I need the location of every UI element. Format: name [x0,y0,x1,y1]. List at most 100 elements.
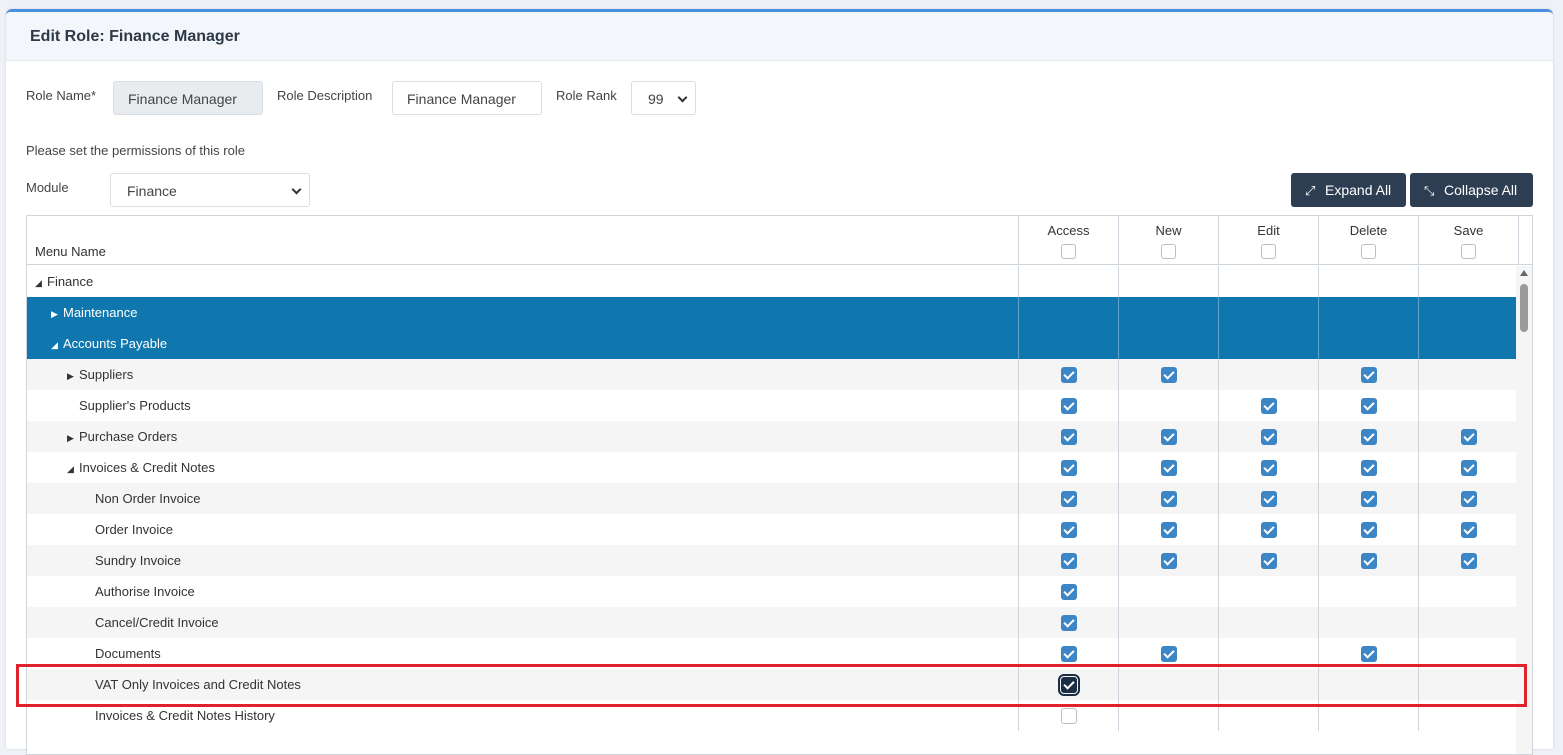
table-row[interactable]: VAT Only Invoices and Credit Notes [27,669,1518,700]
table-row[interactable]: Documents [27,638,1518,669]
access-checkbox[interactable] [1061,460,1077,476]
table-row[interactable]: ◢ Accounts Payable [27,328,1518,359]
role-description-field[interactable]: Finance Manager [392,81,542,115]
permission-cell-access [1018,390,1118,421]
save-checkbox[interactable] [1461,429,1477,445]
vertical-scrollbar[interactable] [1516,266,1532,754]
permission-cell-delete [1318,483,1418,514]
delete-checkbox[interactable] [1361,522,1377,538]
permission-cell-delete [1318,421,1418,452]
edit-checkbox[interactable] [1261,522,1277,538]
table-row[interactable]: Invoices & Credit Notes History [27,700,1518,731]
expanded-triangle-icon[interactable]: ◢ [67,464,79,475]
table-row[interactable]: Cancel/Credit Invoice [27,607,1518,638]
access-checkbox[interactable] [1061,646,1077,662]
collapsed-triangle-icon[interactable]: ▶ [67,433,79,444]
collapse-all-button[interactable]: ⤡ Collapse All [1410,173,1533,207]
access-checkbox[interactable] [1061,615,1077,631]
menu-item-label: Supplier's Products [79,398,191,413]
menu-item-label: Suppliers [79,367,134,382]
access-checkbox[interactable] [1061,584,1077,600]
column-header-new: New [1118,216,1218,265]
menu-item-label: Invoices & Credit Notes History [95,708,275,723]
edit-checkbox[interactable] [1261,398,1277,414]
table-row[interactable]: Order Invoice [27,514,1518,545]
delete-checkbox[interactable] [1361,460,1377,476]
delete-checkbox[interactable] [1361,553,1377,569]
new-checkbox[interactable] [1161,646,1177,662]
expanded-triangle-icon[interactable]: ◢ [35,278,47,289]
new-checkbox[interactable] [1161,522,1177,538]
collapsed-triangle-icon[interactable]: ▶ [67,371,79,382]
module-select[interactable]: Finance [110,173,310,207]
permission-cell-new [1118,297,1218,328]
save-checkbox[interactable] [1461,460,1477,476]
menu-item-name: Non Order Invoice [83,491,201,506]
table-row[interactable]: Sundry Invoice [27,545,1518,576]
collapsed-triangle-icon[interactable]: ▶ [51,309,63,320]
scroll-up-icon[interactable] [1520,270,1528,276]
table-row[interactable]: Supplier's Products [27,390,1518,421]
table-row[interactable]: ◢ Finance [27,266,1518,297]
delete-checkbox[interactable] [1361,491,1377,507]
access-checkbox[interactable] [1061,522,1077,538]
table-row[interactable]: ◢ Invoices & Credit Notes [27,452,1518,483]
expand-all-button[interactable]: ⤢ Expand All [1291,173,1406,207]
edit-checkbox[interactable] [1261,491,1277,507]
table-row[interactable]: Non Order Invoice [27,483,1518,514]
chevron-down-icon [677,92,688,103]
expanded-triangle-icon[interactable]: ◢ [51,340,63,351]
role-description-label: Role Description [277,88,373,103]
select-all-new-checkbox[interactable] [1161,244,1176,259]
new-checkbox[interactable] [1161,367,1177,383]
access-checkbox[interactable] [1061,708,1077,724]
edit-checkbox[interactable] [1261,460,1277,476]
scroll-thumb[interactable] [1520,284,1528,332]
access-checkbox[interactable] [1061,491,1077,507]
permission-cell-save [1418,607,1518,638]
select-all-save-checkbox[interactable] [1461,244,1476,259]
select-all-delete-checkbox[interactable] [1361,244,1376,259]
delete-checkbox[interactable] [1361,398,1377,414]
access-checkbox[interactable] [1058,674,1080,696]
permission-cell-new [1118,669,1218,700]
permission-cell-access [1018,607,1118,638]
role-name-field[interactable]: Finance Manager [113,81,263,115]
permission-cell-access [1018,452,1118,483]
new-checkbox[interactable] [1161,460,1177,476]
permission-cell-delete [1318,576,1418,607]
select-all-edit-checkbox[interactable] [1261,244,1276,259]
permission-cell-edit [1218,514,1318,545]
table-row[interactable]: ▶ Suppliers [27,359,1518,390]
access-checkbox[interactable] [1061,553,1077,569]
save-checkbox[interactable] [1461,553,1477,569]
save-checkbox[interactable] [1461,522,1477,538]
permission-cell-new [1118,514,1218,545]
access-checkbox[interactable] [1061,429,1077,445]
column-header-save: Save [1418,216,1518,265]
new-checkbox[interactable] [1161,491,1177,507]
access-checkbox[interactable] [1061,398,1077,414]
permission-cell-access [1018,700,1118,731]
table-row[interactable]: Authorise Invoice [27,576,1518,607]
delete-checkbox[interactable] [1361,367,1377,383]
save-checkbox[interactable] [1461,491,1477,507]
permission-cell-access [1018,359,1118,390]
role-rank-label: Role Rank [556,88,617,103]
access-checkbox[interactable] [1061,367,1077,383]
select-all-access-checkbox[interactable] [1061,244,1076,259]
edit-checkbox[interactable] [1261,429,1277,445]
delete-checkbox[interactable] [1361,646,1377,662]
permission-cell-edit [1218,266,1318,297]
table-row[interactable]: ▶ Purchase Orders [27,421,1518,452]
table-row[interactable]: ▶ Maintenance [27,297,1518,328]
new-checkbox[interactable] [1161,429,1177,445]
menu-item-label: Finance [47,274,94,289]
new-checkbox[interactable] [1161,553,1177,569]
delete-checkbox[interactable] [1361,429,1377,445]
role-rank-select[interactable]: 99 [631,81,696,115]
permission-cell-new [1118,700,1218,731]
permission-cell-edit [1218,390,1318,421]
column-header-label: Save [1453,223,1484,238]
edit-checkbox[interactable] [1261,553,1277,569]
